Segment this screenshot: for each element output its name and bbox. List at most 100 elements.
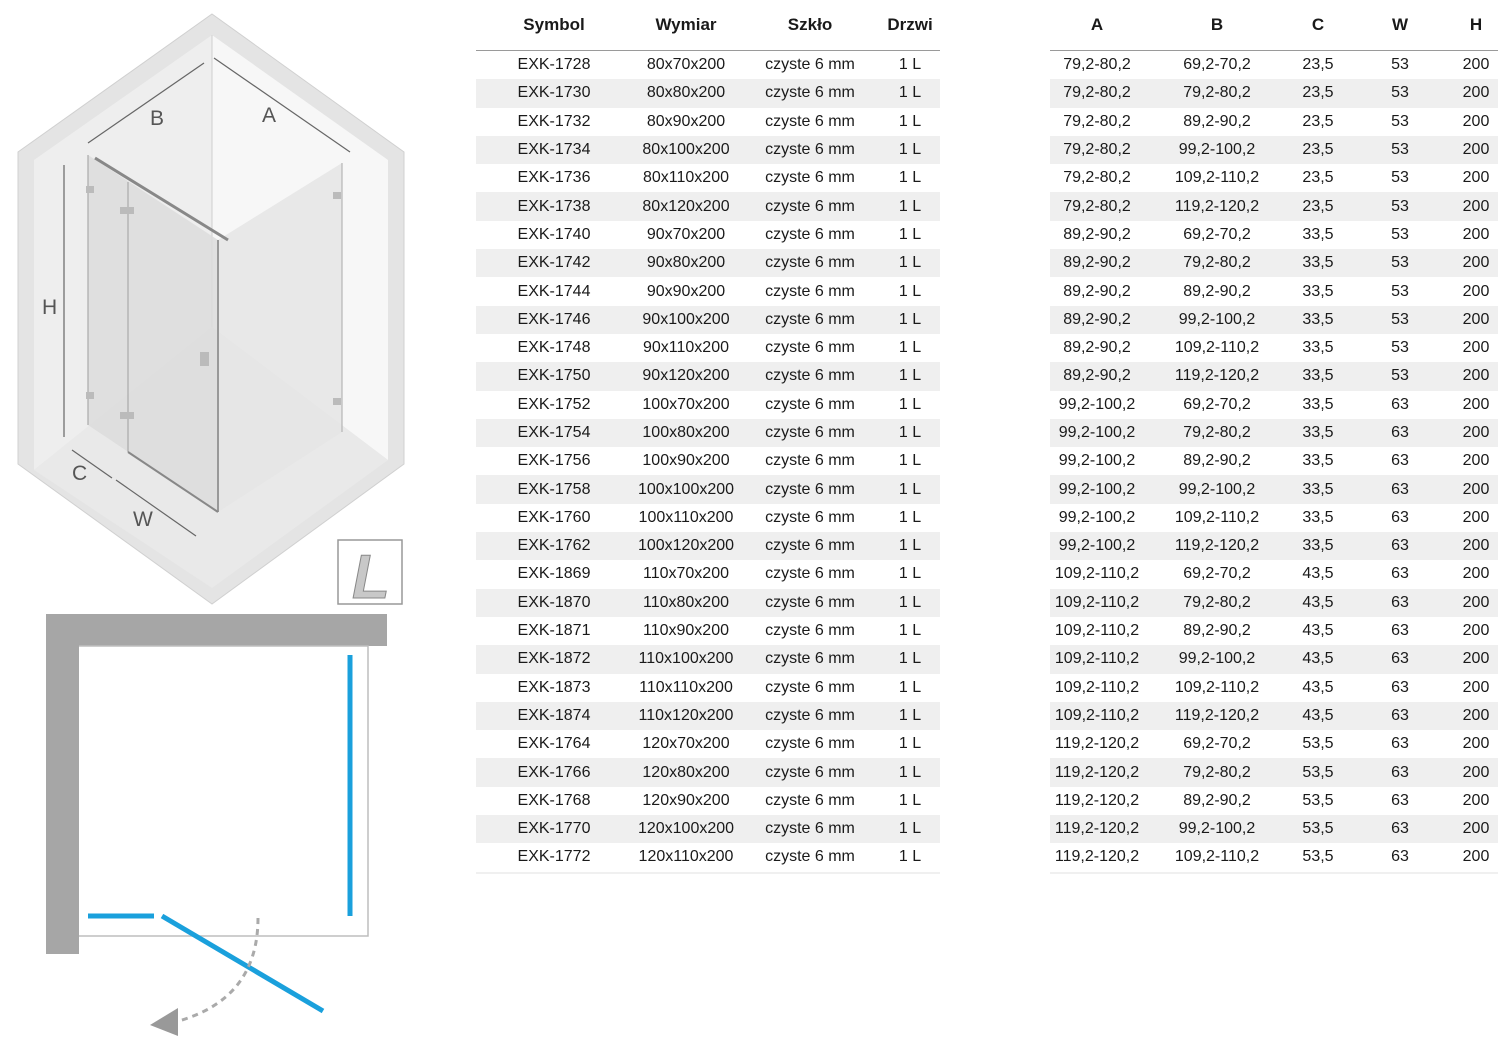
table-cell-c: 23,5 [1302, 112, 1334, 130]
table-cell-szklo: czyste 6 mm [740, 588, 880, 617]
table-cell-a: 89,2-90,2 [1063, 282, 1131, 300]
table-header-row: Symbol Wymiar Szkło Drzwi [476, 0, 940, 51]
table-cell-symbol: EXK-1736 [517, 169, 591, 187]
table-cell-c: 53,5 [1302, 791, 1334, 809]
table-cell-c: 33,5 [1302, 508, 1334, 526]
table-cell-c: 33,5 [1302, 395, 1334, 413]
table-cell-wymiar: 80x80x200 [632, 79, 740, 108]
dimension-label-c: C [72, 462, 87, 485]
table-cell-drzwi: 1 L [880, 79, 940, 108]
table-cell-a: 79,2-80,2 [1050, 192, 1144, 221]
table-cell-h: 200 [1454, 135, 1498, 165]
table-cell-c: 43,5 [1302, 678, 1334, 696]
table-cell-symbol: EXK-1750 [476, 362, 632, 391]
table-header-row: A B C W H [1050, 0, 1498, 51]
table-cell-szklo: czyste 6 mm [765, 395, 855, 413]
table-cell-h: 200 [1462, 112, 1490, 130]
table-row: EXK-1750 90x120x200 czyste 6 mm 1 L [476, 362, 940, 391]
table-cell-szklo: czyste 6 mm [765, 56, 855, 74]
table-cell-c: 33,5 [1302, 339, 1334, 357]
table-row: 89,2-90,2 119,2-120,2 33,5 53 200 [1050, 362, 1498, 391]
table-cell-h: 200 [1462, 735, 1490, 753]
table-cell-szklo: czyste 6 mm [765, 339, 855, 357]
table-cell-h: 200 [1462, 452, 1490, 470]
table-cell-drzwi: 1 L [880, 362, 940, 391]
table-cell-szklo: czyste 6 mm [765, 565, 855, 583]
table-cell-drzwi: 1 L [880, 588, 940, 617]
table-row: 109,2-110,2 119,2-120,2 43,5 63 200 [1050, 701, 1498, 731]
table-cell-drzwi: 1 L [898, 565, 922, 583]
table-cell-b: 79,2-80,2 [1144, 249, 1290, 278]
table-cell-symbol: EXK-1748 [517, 339, 591, 357]
table-cell-wymiar: 100x70x200 [642, 395, 730, 413]
table-cell-a: 79,2-80,2 [1063, 56, 1131, 74]
table-row: EXK-1762 100x120x200 czyste 6 mm 1 L [476, 532, 940, 561]
table-cell-a: 109,2-110,2 [1050, 588, 1144, 617]
table-cell-symbol: EXK-1746 [476, 305, 632, 334]
table-cell-a: 79,2-80,2 [1050, 79, 1144, 108]
table-cell-h: 200 [1462, 169, 1490, 187]
table-cell-b: 79,2-80,2 [1144, 758, 1290, 787]
table-cell-c: 23,5 [1290, 135, 1346, 165]
table-cell-drzwi: 1 L [898, 56, 922, 74]
table-row: EXK-1736 80x110x200 czyste 6 mm 1 L [476, 164, 940, 192]
table-cell-w: 53 [1346, 135, 1454, 165]
table-row: EXK-1872 110x100x200 czyste 6 mm 1 L [476, 645, 940, 674]
header-b: B [1144, 0, 1290, 51]
table-cell-szklo: czyste 6 mm [765, 735, 855, 753]
table-cell-h: 200 [1462, 395, 1490, 413]
table-row: 79,2-80,2 89,2-90,2 23,5 53 200 [1050, 108, 1498, 136]
table-cell-symbol: EXK-1754 [476, 418, 632, 448]
table-cell-szklo: czyste 6 mm [765, 169, 855, 187]
table-cell-szklo: czyste 6 mm [765, 791, 855, 809]
table-row: 89,2-90,2 79,2-80,2 33,5 53 200 [1050, 249, 1498, 278]
table-cell-b: 109,2-110,2 [1144, 843, 1290, 874]
table-cell-szklo: czyste 6 mm [765, 508, 855, 526]
table-cell-a: 109,2-110,2 [1054, 678, 1140, 696]
table-cell-wymiar: 100x100x200 [632, 475, 740, 504]
table-cell-b: 109,2-110,2 [1174, 508, 1260, 526]
table-cell-wymiar: 110x110x200 [639, 678, 733, 696]
table-cell-b: 79,2-80,2 [1144, 418, 1290, 448]
dimension-label-w: W [133, 508, 153, 531]
table-cell-wymiar: 110x120x200 [632, 701, 740, 731]
table-cell-h: 200 [1462, 622, 1490, 640]
table-row: 99,2-100,2 119,2-120,2 33,5 63 200 [1050, 532, 1498, 561]
table-cell-szklo: czyste 6 mm [765, 622, 855, 640]
table-cell-wymiar: 100x120x200 [632, 532, 740, 561]
header-a: A [1050, 0, 1144, 51]
table-cell-a: 99,2-100,2 [1050, 532, 1144, 561]
table-cell-drzwi: 1 L [880, 815, 940, 844]
table-cell-symbol: EXK-1744 [517, 282, 591, 300]
table-cell-w: 63 [1346, 532, 1454, 561]
table-row: 99,2-100,2 89,2-90,2 33,5 63 200 [1050, 447, 1498, 475]
table-cell-w: 63 [1391, 791, 1409, 809]
table-cell-h: 200 [1454, 701, 1498, 731]
table-row: EXK-1766 120x80x200 czyste 6 mm 1 L [476, 758, 940, 787]
table-cell-c: 33,5 [1290, 362, 1346, 391]
table-cell-drzwi: 1 L [880, 192, 940, 221]
table-cell-w: 63 [1391, 622, 1409, 640]
table-cell-wymiar: 90x80x200 [632, 249, 740, 278]
table-row: 79,2-80,2 109,2-110,2 23,5 53 200 [1050, 164, 1498, 192]
table-cell-h: 200 [1454, 645, 1498, 674]
table-cell-h: 200 [1454, 79, 1498, 108]
table-cell-w: 63 [1391, 508, 1409, 526]
table-cell-szklo: czyste 6 mm [765, 452, 855, 470]
table-cell-szklo: czyste 6 mm [740, 135, 880, 165]
table-cell-wymiar: 80x90x200 [646, 112, 726, 130]
table-cell-a: 89,2-90,2 [1050, 249, 1144, 278]
table-cell-b: 99,2-100,2 [1144, 645, 1290, 674]
table-cell-drzwi: 1 L [898, 339, 922, 357]
dimension-label-a: A [262, 104, 276, 127]
table-cell-a: 99,2-100,2 [1058, 452, 1136, 470]
table-cell-c: 53,5 [1290, 758, 1346, 787]
table-row: EXK-1756 100x90x200 czyste 6 mm 1 L [476, 447, 940, 475]
table-cell-a: 89,2-90,2 [1050, 305, 1144, 334]
table-cell-h: 200 [1462, 282, 1490, 300]
shower-cabin-isometric-icon: A B H C W L [17, 13, 405, 610]
table-cell-drzwi: 1 L [898, 678, 922, 696]
table-cell-h: 200 [1454, 588, 1498, 617]
table-cell-wymiar: 100x90x200 [642, 452, 730, 470]
table-cell-symbol: EXK-1730 [476, 79, 632, 108]
